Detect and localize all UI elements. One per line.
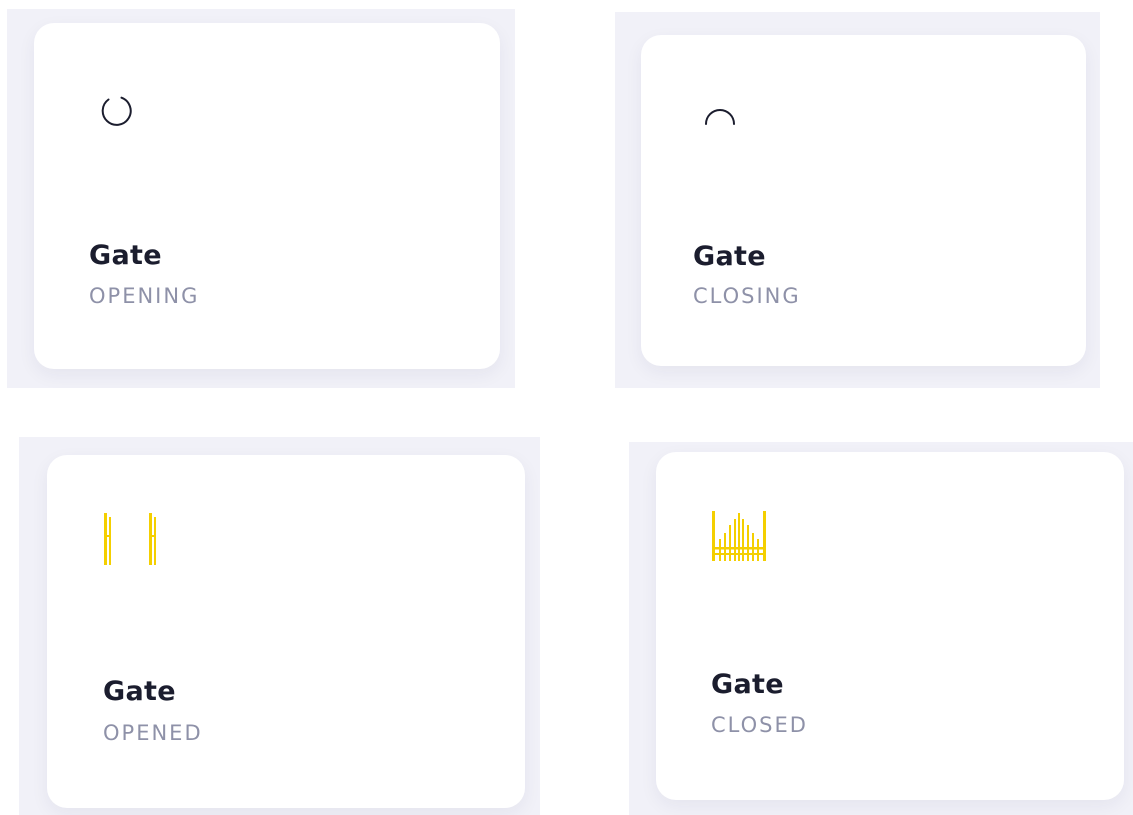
card-status: CLOSING [693, 284, 801, 308]
gate-closed-icon [712, 511, 766, 561]
card-title: Gate [103, 676, 176, 707]
spinner-icon [705, 109, 735, 125]
gate-opened-icon [104, 513, 156, 565]
card-status: OPENING [89, 284, 200, 308]
card-title: Gate [711, 669, 784, 700]
spinner-icon [101, 96, 132, 126]
card-title: Gate [693, 241, 766, 272]
gate-card-closed[interactable]: Gate CLOSED [656, 452, 1124, 800]
gate-card-opened[interactable]: Gate OPENED [47, 455, 525, 808]
card-status: OPENED [103, 721, 203, 745]
gate-card-opening[interactable]: Gate OPENING [34, 23, 500, 369]
gate-card-closing[interactable]: Gate CLOSING [641, 35, 1086, 366]
card-title: Gate [89, 240, 162, 271]
card-status: CLOSED [711, 713, 808, 737]
